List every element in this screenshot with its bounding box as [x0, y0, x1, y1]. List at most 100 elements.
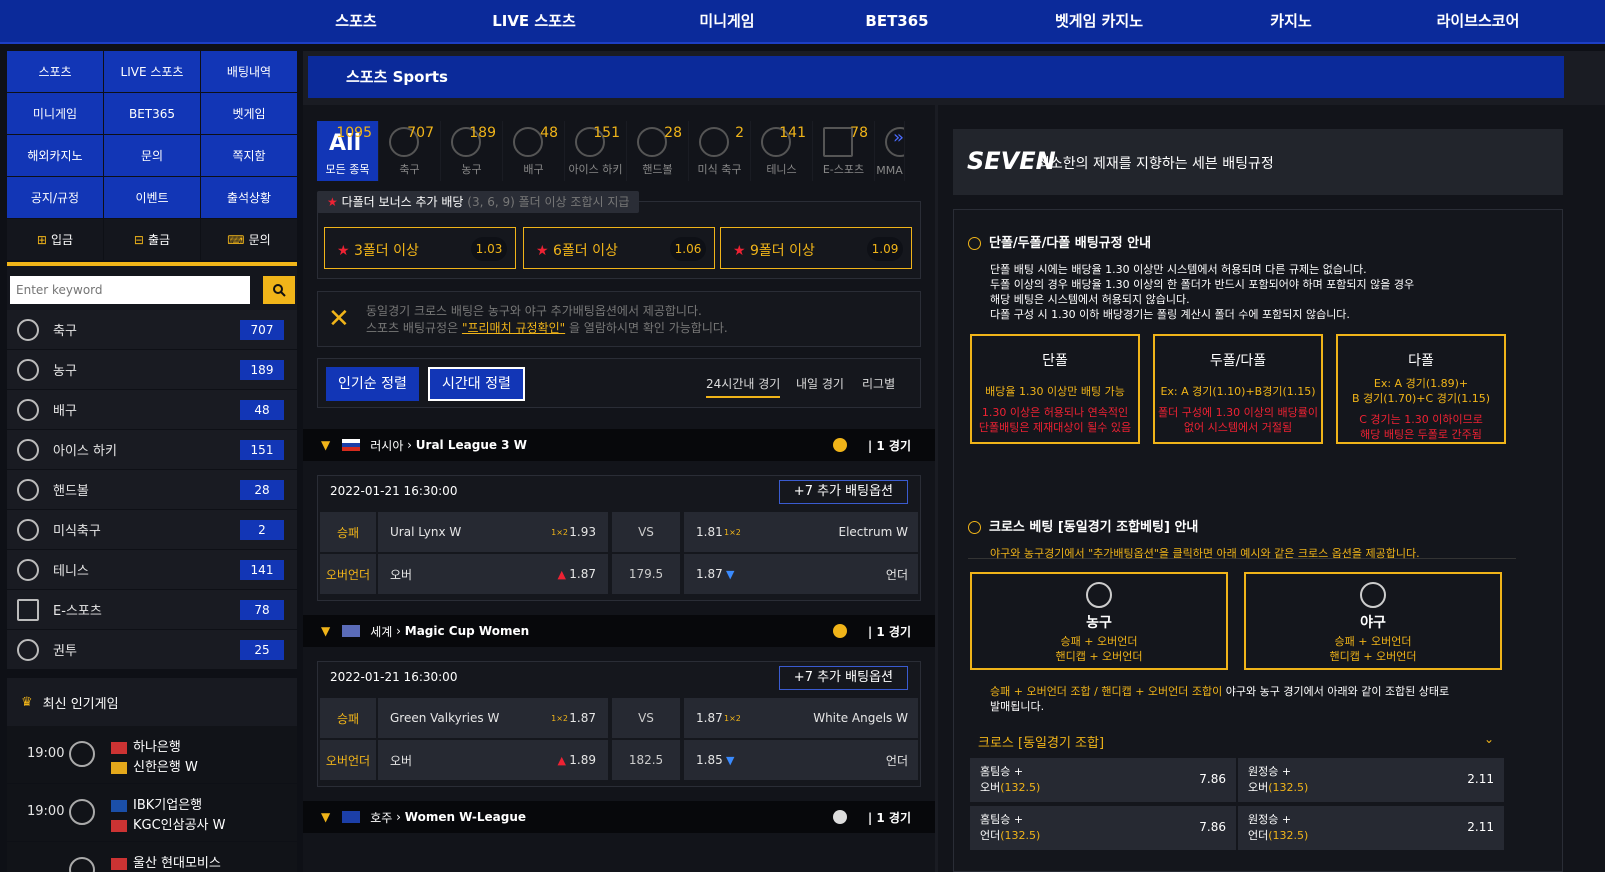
sidebar-item-messages[interactable]: 쪽지함 — [201, 135, 297, 176]
topnav-casino[interactable]: 카지노 — [1270, 0, 1311, 42]
ball-icon — [833, 810, 847, 824]
bonus-odds: 1.06 — [670, 237, 706, 261]
inquiry-button[interactable]: ⌨ 문의 — [201, 219, 297, 260]
bonus-3fold-button[interactable]: ★ 3폴더 이상 1.03 — [324, 227, 516, 269]
volleyball-icon — [513, 127, 543, 157]
inquiry-label: 문의 — [248, 233, 271, 247]
tab-icehockey[interactable]: 151 아이스 하키 — [565, 121, 627, 181]
sidebar: 스포츠 LIVE 스포츠 배팅내역 미니게임 BET365 벳게임 해외카지노 … — [7, 51, 297, 872]
chevron-down-icon[interactable]: ⌄ — [1484, 732, 1494, 746]
tab-24h[interactable]: 24시간내 경기 — [706, 375, 781, 398]
topnav-betgame-casino[interactable]: 벳게임 카지노 — [1055, 0, 1143, 42]
cross-combo-header[interactable]: 크로스 [동일경기 조합] — [978, 732, 1104, 751]
sort-popular-button[interactable]: 인기순 정렬 — [326, 367, 419, 401]
topnav-bet365[interactable]: BET365 — [865, 0, 928, 42]
tab-handball[interactable]: 28 핸드볼 — [627, 121, 689, 181]
league-header[interactable]: ▼ 세계 › Magic Cup Women | 1 경기 — [303, 615, 935, 647]
under-odds-button[interactable]: 1.85 ▼ 언더 — [684, 740, 918, 780]
bonus-9fold-button[interactable]: ★ 9폴더 이상 1.09 — [720, 227, 912, 269]
sport-item-esports[interactable]: E-스포츠 78 — [7, 590, 297, 630]
bet-type: 승패 — [320, 698, 376, 738]
tab-by-league[interactable]: 리그별 — [862, 375, 895, 392]
info-line: 동일경기 크로스 배팅은 농구와 야구 추가배팅옵션에서 제공합니다. — [366, 304, 702, 318]
rule-card-double: 두폴/다폴 Ex: A 경기(1.10)+B경기(1.15) 폴더 구성에 1.… — [1153, 334, 1323, 444]
monitor-icon — [17, 598, 39, 621]
sidebar-item-bet365[interactable]: BET365 — [104, 93, 200, 134]
away-odds-button[interactable]: 1.87 1×2 White Angels W — [684, 698, 918, 738]
sport-item-boxing[interactable]: 권투 25 — [7, 630, 297, 670]
more-options-button[interactable]: +7 추가 배팅옵션 — [778, 480, 908, 504]
topnav-minigame[interactable]: 미니게임 — [699, 0, 754, 42]
sidebar-item-minigame[interactable]: 미니게임 — [7, 93, 103, 134]
arrow-up-icon: ▲ — [557, 753, 566, 767]
topnav-live-sports[interactable]: LIVE 스포츠 — [492, 0, 576, 42]
chevron-right-icon[interactable]: » — [893, 127, 904, 148]
search-input[interactable] — [10, 276, 250, 304]
section-title: 단폴/두폴/다폴 배팅규정 안내 — [968, 232, 1151, 251]
sport-item-volleyball[interactable]: 배구 48 — [7, 390, 297, 430]
popular-game[interactable]: 울산 현대모비스 — [7, 842, 297, 872]
league-header[interactable]: ▼ 호주 › Women W-League | 1 경기 — [303, 801, 935, 833]
under-odds-button[interactable]: 1.87 ▼ 언더 — [684, 554, 918, 594]
tab-volleyball[interactable]: 48 배구 — [503, 121, 565, 181]
tab-tennis[interactable]: 141 테니스 — [751, 121, 813, 181]
sidebar-item-live-sports[interactable]: LIVE 스포츠 — [104, 51, 200, 92]
home-team: 하나은행 — [111, 736, 181, 755]
sport-item-icehockey[interactable]: 아이스 하키 151 — [7, 430, 297, 470]
bet-row: 승패 Green Valkyries W 1×2 1.87 VS 1.87 1×2 Wh… — [320, 698, 918, 738]
combo-odds-button[interactable]: 홈팀승 + 언더(132.5) 7.86 — [970, 806, 1236, 850]
tab-esports[interactable]: 78 E-스포츠 — [813, 121, 875, 181]
tab-american-football[interactable]: 2 미식 축구 — [689, 121, 751, 181]
vs-label: VS — [612, 698, 680, 738]
sidebar-item-overseas-casino[interactable]: 해외카지노 — [7, 135, 103, 176]
sport-item-handball[interactable]: 핸드볼 28 — [7, 470, 297, 510]
over-odds-button[interactable]: 오버 ▲ 1.87 — [378, 554, 608, 594]
sport-item-tennis[interactable]: 테니스 141 — [7, 550, 297, 590]
boxing-glove-icon — [17, 638, 39, 661]
rules-link[interactable]: "프리매치 규정확인" — [462, 321, 565, 335]
topnav-sports[interactable]: 스포츠 — [335, 0, 376, 42]
league-header[interactable]: ▼ 러시아 › Ural League 3 W | 1 경기 — [303, 429, 935, 461]
combo-odds-button[interactable]: 원정승 + 오버(132.5) 2.11 — [1238, 758, 1504, 802]
sidebar-item-attendance[interactable]: 출석상황 — [201, 177, 297, 218]
away-odds-button[interactable]: 1.81 1×2 Electrum W — [684, 512, 918, 552]
sport-tabs: All 1095 모든 종목 707 축구 189 농구 48 배구 151 아이스 하키 … — [317, 121, 921, 181]
sport-item-soccer[interactable]: 축구 707 — [7, 310, 297, 350]
topnav-livescore[interactable]: 라이브스코어 — [1437, 0, 1520, 42]
bet-row: 승패 Ural Lynx W 1×2 1.93 VS 1.81 1×2 Electrum… — [320, 512, 918, 552]
star-icon: ★ — [337, 243, 350, 259]
arrow-down-icon: ▼ — [726, 567, 735, 581]
deposit-button[interactable]: ⊞ 입금 — [7, 219, 103, 260]
sport-item-basketball[interactable]: 농구 189 — [7, 350, 297, 390]
basketball-icon — [69, 741, 95, 767]
sidebar-item-notice[interactable]: 공지/규정 — [7, 177, 103, 218]
search-button[interactable] — [263, 276, 295, 304]
tab-all-sports[interactable]: All 1095 모든 종목 — [317, 121, 379, 181]
popular-game[interactable]: 19:00 IBK기업은행 KGC인삼공사 W — [7, 784, 297, 842]
cross-card-basketball: 농구 승패 + 오버언더 핸디캡 + 오버언더 — [970, 572, 1228, 670]
bonus-6fold-button[interactable]: ★ 6폴더 이상 1.06 — [523, 227, 715, 269]
game-time: 19:00 — [27, 804, 65, 819]
home-odds-button[interactable]: Ural Lynx W 1×2 1.93 — [378, 512, 608, 552]
sidebar-item-betgame[interactable]: 벳게임 — [201, 93, 297, 134]
bet-type: 오버언더 — [320, 554, 376, 594]
sidebar-item-bet-history[interactable]: 배팅내역 — [201, 51, 297, 92]
sort-time-button[interactable]: 시간대 정렬 — [428, 367, 525, 401]
sidebar-item-inquiry[interactable]: 문의 — [104, 135, 200, 176]
popular-game[interactable]: 19:00 하나은행 신한은행 W — [7, 726, 297, 784]
sport-item-american-football[interactable]: 미식축구 2 — [7, 510, 297, 550]
tab-basketball[interactable]: 189 농구 — [441, 121, 503, 181]
over-odds-button[interactable]: 오버 ▲ 1.89 — [378, 740, 608, 780]
more-options-button[interactable]: +7 추가 배팅옵션 — [778, 666, 908, 690]
home-team: IBK기업은행 — [111, 794, 202, 813]
withdraw-button[interactable]: ⊟ 출금 — [104, 219, 200, 260]
tab-soccer[interactable]: 707 축구 — [379, 121, 441, 181]
popular-title: 최신 인기게임 — [42, 696, 119, 712]
sidebar-item-event[interactable]: 이벤트 — [104, 177, 200, 218]
combo-odds-button[interactable]: 원정승 + 언더(132.5) 2.11 — [1238, 806, 1504, 850]
tab-tomorrow[interactable]: 내일 경기 — [796, 375, 844, 392]
sidebar-item-sports[interactable]: 스포츠 — [7, 51, 103, 92]
combo-odds-button[interactable]: 홈팀승 + 오버(132.5) 7.86 — [970, 758, 1236, 802]
rules-title: 최소한의 제재를 지향하는 세븐 배팅규정 — [1037, 156, 1274, 172]
home-odds-button[interactable]: Green Valkyries W 1×2 1.87 — [378, 698, 608, 738]
